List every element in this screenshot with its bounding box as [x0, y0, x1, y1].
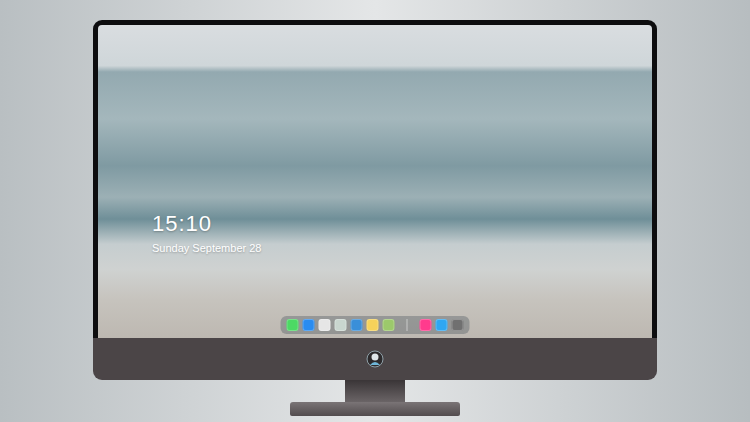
- monitor-chin: [93, 338, 657, 380]
- stand-neck: [345, 380, 405, 402]
- app-icon[interactable]: [319, 319, 331, 331]
- app-icon[interactable]: [303, 319, 315, 331]
- clock-date: Sunday September 28: [152, 241, 261, 255]
- app-icon[interactable]: [452, 319, 464, 331]
- clock-time: 15:10: [152, 211, 261, 237]
- app-icon[interactable]: [367, 319, 379, 331]
- stand-base: [290, 402, 460, 416]
- page: 15:10 Sunday September 28: [0, 0, 750, 422]
- dock: [281, 316, 470, 334]
- dock-separator: [407, 319, 408, 331]
- app-icon[interactable]: [383, 319, 395, 331]
- app-icon[interactable]: [335, 319, 347, 331]
- logo-icon: [366, 350, 384, 368]
- monitor-bezel: 15:10 Sunday September 28: [93, 20, 657, 338]
- app-icon[interactable]: [287, 319, 299, 331]
- lock-info: 15:10 Sunday September 28: [152, 211, 261, 255]
- app-icon[interactable]: [436, 319, 448, 331]
- app-icon[interactable]: [420, 319, 432, 331]
- screen-wallpaper: 15:10 Sunday September 28: [98, 25, 652, 338]
- app-icon[interactable]: [351, 319, 363, 331]
